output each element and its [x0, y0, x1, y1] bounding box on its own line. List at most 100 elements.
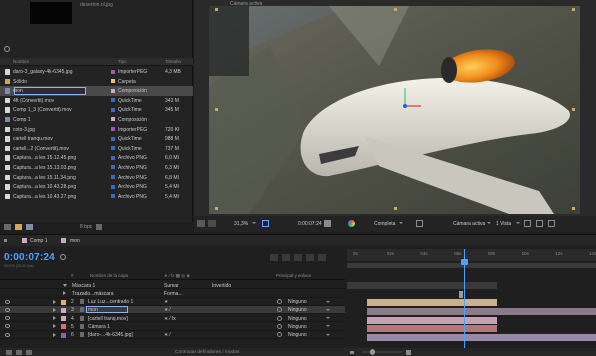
new-composition-icon[interactable] [26, 224, 33, 230]
parent-select[interactable]: Ninguno [288, 316, 307, 322]
label-color-swatch[interactable] [111, 117, 115, 122]
layer-switches-icon[interactable] [6, 350, 12, 355]
chevron-down-icon[interactable] [326, 317, 330, 320]
layer-switches[interactable]: ∗ ⁄ fx [164, 316, 176, 322]
zoom-in-icon[interactable] [406, 350, 411, 355]
twirl-closed-icon[interactable] [53, 299, 56, 304]
project-item[interactable]: Captura...a les 15.12.45.png Archivo PNG 6… [0, 153, 193, 163]
draft-3d-icon[interactable] [270, 254, 278, 261]
twirl-closed-icon[interactable] [53, 307, 56, 312]
layer-label-color[interactable] [61, 324, 66, 330]
chevron-down-icon[interactable] [326, 325, 330, 328]
layer-row[interactable]: 4 [cartell tranq.mov] ∗ ⁄ fx Ninguno [0, 314, 345, 323]
project-item[interactable]: Captura...a les 15.13.03.png Archivo PNG 6… [0, 163, 193, 173]
layer-duration-bar[interactable] [367, 317, 497, 324]
zoom-level[interactable]: 31,3% [234, 221, 248, 227]
always-preview-icon[interactable] [197, 220, 205, 227]
3d-renderer-icon[interactable] [536, 220, 543, 227]
twirl-closed-icon[interactable] [53, 332, 56, 337]
project-item[interactable]: Captura...a les 10.43.28.png Archivo PNG 5… [0, 182, 193, 192]
layer-duration-bar[interactable] [367, 308, 596, 315]
label-color-swatch[interactable] [111, 79, 115, 84]
toggle-switches-modes[interactable]: Conmutar definidores / modos [175, 350, 239, 355]
project-item[interactable]: Comp 1 Composición [0, 115, 193, 125]
chevron-down-icon[interactable] [326, 333, 330, 336]
label-color-swatch[interactable] [111, 146, 115, 151]
label-color-swatch[interactable] [111, 107, 115, 112]
chevron-down-icon[interactable] [487, 222, 491, 224]
parent-pick-whip-icon[interactable] [277, 315, 282, 321]
label-color-swatch[interactable] [111, 136, 115, 141]
chevron-down-icon[interactable] [252, 222, 256, 224]
twirl-closed-icon[interactable] [53, 316, 56, 321]
layer-label-color[interactable] [61, 299, 66, 305]
current-time[interactable]: 0:00:07:24 [4, 252, 55, 263]
layer-row[interactable]: Trazado...máscara Forma... [0, 289, 345, 298]
resolution-select[interactable]: Completa [374, 221, 395, 227]
layer-duration-bar[interactable] [347, 282, 497, 289]
composition-preview[interactable] [209, 6, 580, 214]
layer-switches[interactable]: ∗ [164, 299, 168, 305]
parent-pick-whip-icon[interactable] [277, 299, 282, 305]
layer-label-color[interactable] [61, 307, 66, 313]
bit-depth[interactable]: 8 bpc [80, 224, 92, 230]
mask-mode[interactable]: Forma... [164, 291, 183, 297]
region-of-interest-icon[interactable] [416, 220, 423, 227]
layer-row[interactable]: 2 Luz Luz...centrado 1 ∗ Ninguno [0, 298, 345, 306]
layer-name[interactable]: Trazado...máscara [72, 291, 114, 297]
tab-mon[interactable]: mon [70, 238, 80, 244]
label-color-swatch[interactable] [111, 69, 115, 74]
label-color-swatch[interactable] [111, 155, 115, 160]
project-item[interactable]: daro-3_galaxy-4k-6345.jpg ImporterPEG 4,3 … [0, 67, 193, 77]
parent-select[interactable]: Ninguno [288, 307, 307, 313]
motion-blur-icon[interactable] [306, 254, 314, 261]
layer-name[interactable]: [daro-...4k-6345.jpg] [88, 332, 133, 338]
label-color-swatch[interactable] [111, 165, 115, 170]
chevron-down-icon[interactable] [516, 222, 520, 224]
zoom-slider-thumb[interactable] [370, 349, 375, 355]
color-channels-icon[interactable] [348, 220, 355, 227]
project-item[interactable]: 4ft (Convertit).mov QuickTime 343 M [0, 96, 193, 106]
layer-duration-bar[interactable] [367, 325, 497, 332]
project-item[interactable]: mon Composición [0, 86, 193, 96]
layer-duration-bar[interactable] [459, 291, 463, 298]
project-item[interactable]: cartell...2 (Convertit).mov QuickTime 737 … [0, 144, 193, 154]
graph-editor-icon[interactable] [318, 254, 326, 261]
header-layer-name[interactable]: Nombre de la capa [90, 273, 128, 278]
parent-pick-whip-icon[interactable] [277, 332, 282, 338]
layer-name[interactable]: mon [88, 307, 98, 313]
visibility-eye-icon[interactable] [5, 316, 10, 321]
layer-row[interactable]: 6 [daro-...4k-6345.jpg] ∗ ⁄ Ninguno [0, 331, 345, 340]
layer-name[interactable]: Máscara 1 [72, 283, 95, 289]
layer-name[interactable]: Luz Luz...centrado 1 [88, 299, 133, 305]
search-icon[interactable] [60, 254, 66, 260]
parent-pick-whip-icon[interactable] [277, 307, 282, 313]
interpret-footage-icon[interactable] [4, 224, 11, 230]
column-type[interactable]: Tipo [118, 59, 127, 64]
visibility-eye-icon[interactable] [5, 324, 10, 329]
project-item[interactable]: Captura...a les 15.11.34.png Archivo PNG 6… [0, 173, 193, 183]
frame-blending-icon[interactable] [294, 254, 302, 261]
layer-switches[interactable]: ∗ ⁄ [164, 307, 170, 313]
playhead-line[interactable] [464, 249, 466, 356]
layer-row[interactable]: 3 mon ∗ ⁄ Ninguno [0, 305, 345, 315]
playhead-handle[interactable] [461, 259, 469, 265]
chevron-down-icon[interactable] [326, 308, 330, 311]
fast-previews-icon[interactable] [524, 220, 531, 227]
column-name[interactable]: Nombre [13, 59, 29, 64]
layer-row[interactable]: 5 Cámara 1 Ninguno [0, 322, 345, 331]
layer-duration-bar[interactable] [367, 299, 497, 306]
label-color-swatch[interactable] [111, 88, 115, 93]
grid-guides-icon[interactable] [262, 220, 269, 227]
views-select[interactable]: 1 Vista [496, 221, 511, 227]
zoom-slider[interactable] [362, 351, 402, 353]
project-item[interactable]: cartell tranqu.mov QuickTime 988 M [0, 134, 193, 144]
zoom-out-icon[interactable] [350, 351, 354, 354]
label-color-swatch[interactable] [111, 127, 115, 132]
layer-switches[interactable]: ∗ ⁄ [164, 332, 170, 338]
camera-select[interactable]: Cámara activa [453, 221, 485, 227]
label-color-swatch[interactable] [111, 184, 115, 189]
layer-name[interactable]: Cámara 1 [88, 324, 110, 330]
twirl-closed-icon[interactable] [63, 291, 66, 296]
chevron-down-icon[interactable] [399, 222, 403, 224]
